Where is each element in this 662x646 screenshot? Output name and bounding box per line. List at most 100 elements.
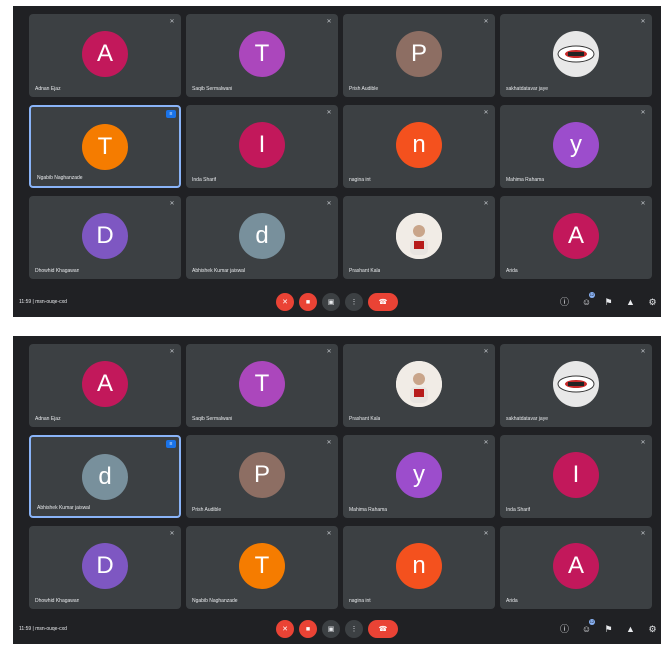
participant-tile[interactable]: I Inda Sharif ✕	[186, 105, 338, 188]
participant-name: Arida	[506, 268, 518, 274]
mic-off-icon: ✕	[640, 110, 646, 116]
camera-off-icon: ■	[305, 298, 311, 306]
camera-off-icon: ■	[305, 625, 311, 633]
mic-off-icon: ✕	[326, 349, 332, 355]
participant-tile[interactable]: D Dhowhid Khagawan ✕	[29, 196, 181, 279]
participant-tile[interactable]: A Arida ✕	[500, 526, 652, 609]
participant-name: Dhowhid Khagawan	[35, 268, 80, 274]
participant-photo	[553, 361, 599, 407]
meeting-info: 11:59 | msn-ouqe-cxd	[19, 299, 67, 305]
mic-off-icon: ✕	[169, 349, 175, 355]
audio-levels-icon: ≡	[166, 110, 176, 118]
mic-off-icon: ✕	[326, 201, 332, 207]
participant-tile[interactable]: sakhatdatavar jaye ✕	[500, 14, 652, 97]
mic-off-icon: ✕	[483, 110, 489, 116]
mic-off-icon: ✕	[483, 349, 489, 355]
participant-avatar: n	[396, 543, 442, 589]
info-button[interactable]: ⓘ	[559, 296, 570, 308]
participant-photo	[396, 213, 442, 259]
participant-tile[interactable]: Prashant Kala ✕	[343, 344, 495, 427]
participant-name: Mahima Rahama	[506, 177, 545, 183]
people-button[interactable]: ☺ 12	[581, 292, 595, 308]
chat-icon: ⚑	[604, 297, 613, 307]
meet-screenshot-top: A Adnan Ejaz ✕ T Saqib Sermalwani ✕ P Prish Aud…	[13, 6, 661, 317]
info-icon: ⓘ	[559, 624, 569, 634]
host-controls-button[interactable]: ⚙	[647, 623, 658, 635]
participant-tile[interactable]: P Prish Audible ✕	[343, 14, 495, 97]
participant-avatar: I	[553, 452, 599, 498]
participant-name: nagina int	[349, 598, 371, 604]
participant-tile[interactable]: T Ngabib Naghanzade ≡	[29, 105, 181, 188]
mic-off-icon: ✕	[483, 19, 489, 25]
chat-button[interactable]: ⚑	[603, 296, 614, 308]
participant-tile[interactable]: y Mahima Rahama ✕	[500, 105, 652, 188]
participant-avatar: P	[396, 31, 442, 77]
more-options-button[interactable]: ⋮	[345, 620, 363, 638]
participant-name: sakhatdatavar jaye	[506, 416, 548, 422]
participant-tile[interactable]: A Adnan Ejaz ✕	[29, 14, 181, 97]
participant-avatar: T	[239, 31, 285, 77]
audio-levels-icon: ≡	[166, 440, 176, 448]
participant-tile[interactable]: sakhatdatavar jaye ✕	[500, 344, 652, 427]
participant-tile[interactable]: d Abhishek Kumar jaiswal ✕	[186, 196, 338, 279]
chat-icon: ⚑	[604, 624, 613, 634]
participant-name: Prish Audible	[192, 507, 222, 513]
participant-name: Inda Sharif	[192, 177, 217, 183]
activities-button[interactable]: ▲	[625, 296, 636, 308]
mic-off-icon: ✕	[640, 440, 646, 446]
participant-tile[interactable]: T Saqib Sermalwani ✕	[186, 344, 338, 427]
mic-off-icon: ✕	[169, 19, 175, 25]
participant-tile[interactable]: I Inda Sharif ✕	[500, 435, 652, 518]
participant-tile[interactable]: T Saqib Sermalwani ✕	[186, 14, 338, 97]
participant-name: Ngabib Naghanzade	[37, 175, 83, 181]
participant-avatar: y	[396, 452, 442, 498]
participant-name: sakhatdatavar jaye	[506, 86, 548, 92]
end-call-icon: ☎	[378, 299, 388, 306]
camera-toggle-button[interactable]: ■	[299, 293, 317, 311]
chat-button[interactable]: ⚑	[603, 623, 614, 635]
activities-button[interactable]: ▲	[625, 623, 636, 635]
participant-avatar: A	[553, 543, 599, 589]
participant-tile[interactable]: P Prish Audible ✕	[186, 435, 338, 518]
participant-tile[interactable]: T Ngabib Naghanzade ✕	[186, 526, 338, 609]
present-button[interactable]: ▣	[322, 620, 340, 638]
people-button[interactable]: ☺ 12	[581, 619, 595, 635]
more-options-icon: ⋮	[350, 626, 358, 633]
participant-name: Mahima Rahama	[349, 507, 388, 513]
participant-avatar: y	[553, 122, 599, 168]
participant-name: Adnan Ejaz	[35, 416, 61, 422]
mic-off-icon: ✕	[169, 201, 175, 207]
participant-avatar: A	[553, 213, 599, 259]
participant-count-badge: 12	[589, 292, 595, 298]
participant-avatar: I	[239, 122, 285, 168]
participant-name: Arida	[506, 598, 518, 604]
end-call-icon: ☎	[378, 626, 388, 633]
camera-toggle-button[interactable]: ■	[299, 620, 317, 638]
people-icon: ☺	[581, 624, 592, 634]
mic-toggle-button[interactable]: ✕	[276, 620, 294, 638]
participant-avatar: A	[82, 31, 128, 77]
participant-tile[interactable]: A Arida ✕	[500, 196, 652, 279]
host-controls-button[interactable]: ⚙	[647, 296, 658, 308]
participant-tile[interactable]: D Dhowhid Khagawan ✕	[29, 526, 181, 609]
participant-tile[interactable]: y Mahima Rahama ✕	[343, 435, 495, 518]
present-button[interactable]: ▣	[322, 293, 340, 311]
participant-tile[interactable]: A Adnan Ejaz ✕	[29, 344, 181, 427]
mic-toggle-button[interactable]: ✕	[276, 293, 294, 311]
participant-name: Inda Sharif	[506, 507, 531, 513]
participant-avatar: D	[82, 543, 128, 589]
participant-tile[interactable]: n nagina int ✕	[343, 526, 495, 609]
participant-avatar: D	[82, 213, 128, 259]
participant-tile[interactable]: Prashant Kala ✕	[343, 196, 495, 279]
info-button[interactable]: ⓘ	[559, 623, 570, 635]
side-controls: ⓘ ☺ 12 ⚑ ▲ ⚙	[559, 619, 661, 638]
participant-tile[interactable]: n nagina int ✕	[343, 105, 495, 188]
side-controls: ⓘ ☺ 12 ⚑ ▲ ⚙	[559, 292, 661, 311]
more-options-button[interactable]: ⋮	[345, 293, 363, 311]
bottom-toolbar: 11:59 | msn-ouqe-cxd ✕ ■ ▣ ⋮ ☎ ⓘ ☺ 12 ⚑ ▲…	[13, 287, 661, 317]
participant-tile[interactable]: d Abhishek Kumar jaiswal ≡	[29, 435, 181, 518]
participant-name: nagina int	[349, 177, 371, 183]
end-call-button[interactable]: ☎	[368, 620, 398, 638]
participant-name: Ngabib Naghanzade	[192, 598, 238, 604]
end-call-button[interactable]: ☎	[368, 293, 398, 311]
